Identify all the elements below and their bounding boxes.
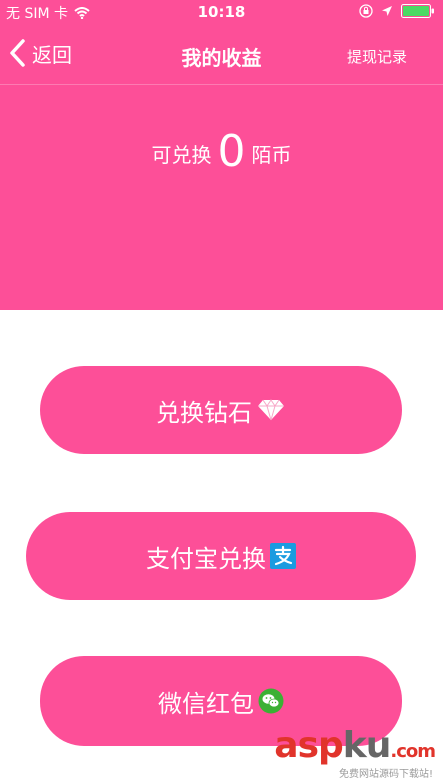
alipay-icon <box>270 543 296 569</box>
watermark-part-3: .com <box>390 741 436 762</box>
location-arrow-icon <box>381 5 393 17</box>
exchange-diamond-button[interactable]: 兑换钻石 <box>40 366 402 454</box>
nav-divider <box>0 84 443 85</box>
rotation-lock-icon <box>359 4 373 18</box>
withdraw-record-link[interactable]: 提现记录 <box>347 46 407 67</box>
status-bar: 无 SIM 卡 10:18 <box>0 0 443 26</box>
alipay-exchange-button[interactable]: 支付宝兑换 <box>26 512 416 600</box>
watermark-subtitle: 免费网站源码下载站! <box>338 769 433 780</box>
balance-unit: 陌币 <box>251 143 292 167</box>
alipay-exchange-label: 支付宝兑换 <box>146 544 266 573</box>
watermark-logo: asp ku .com <box>274 725 436 766</box>
watermark-part-2: ku <box>342 725 392 766</box>
balance-display: 可兑换 0 陌币 <box>0 130 443 174</box>
navigation-bar: 返回 我的收益 提现记录 <box>0 26 443 84</box>
watermark-part-1: asp <box>274 725 343 766</box>
diamond-icon <box>256 398 286 422</box>
exchange-diamond-label: 兑换钻石 <box>156 398 252 427</box>
balance-amount: 0 <box>217 126 246 177</box>
wechat-redpacket-label: 微信红包 <box>158 689 254 718</box>
battery-icon <box>401 4 435 18</box>
wechat-icon <box>258 688 284 714</box>
status-indicators <box>359 4 435 18</box>
balance-prefix: 可兑换 <box>151 143 212 167</box>
